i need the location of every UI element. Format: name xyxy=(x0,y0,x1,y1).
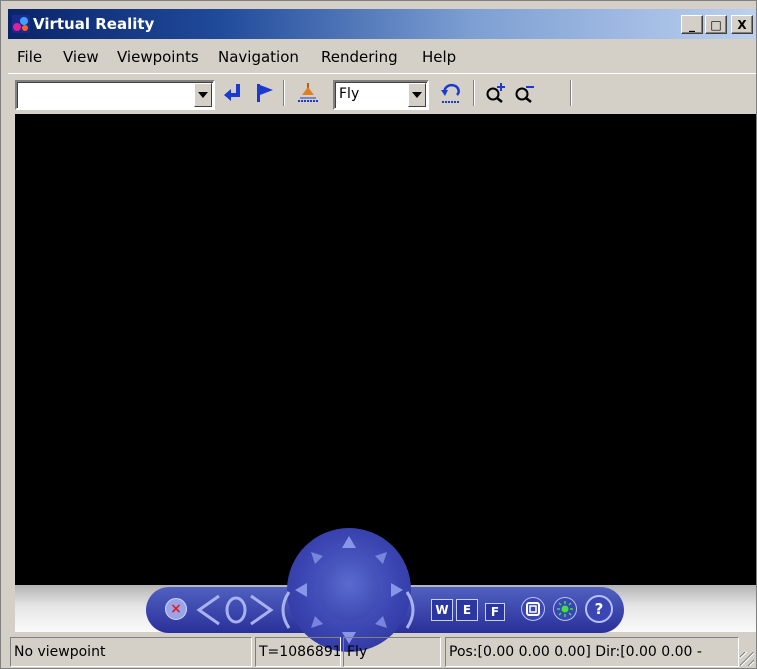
menu-help[interactable]: Help xyxy=(422,48,456,66)
wireframe-button[interactable]: W xyxy=(431,599,453,621)
close-icon: X xyxy=(737,17,747,32)
wheel-arrow-down-left xyxy=(311,616,323,628)
return-arrow-icon[interactable] xyxy=(221,81,245,105)
menu-viewpoints[interactable]: Viewpoints xyxy=(117,48,199,66)
application-window: Virtual Reality _ □ X File View Viewpoin… xyxy=(0,0,757,669)
wheel-right-bracket xyxy=(405,591,415,629)
menu-navigation[interactable]: Navigation xyxy=(218,48,299,66)
status-time: T=10868917 xyxy=(255,637,341,667)
menu-bar: File View Viewpoints Navigation Renderin… xyxy=(8,39,756,73)
chevron-down-icon[interactable] xyxy=(408,83,426,107)
chevron-down-icon[interactable] xyxy=(194,83,212,107)
status-bar: No viewpoint T=10868917 Fly Pos:[0.00 0.… xyxy=(8,633,756,669)
wheel-arrow-up xyxy=(342,536,356,548)
toolbar-separator xyxy=(570,80,572,106)
straighten-button[interactable] xyxy=(521,597,545,621)
close-icon: × xyxy=(170,601,182,617)
zoom-in-icon[interactable] xyxy=(484,81,508,105)
wheel-arrow-up-right xyxy=(375,552,387,564)
menu-view[interactable]: View xyxy=(63,48,99,66)
menu-rendering[interactable]: Rendering xyxy=(321,48,398,66)
ground-plane-icon[interactable] xyxy=(296,81,320,105)
help-icon: ? xyxy=(594,600,604,618)
scene-viewport[interactable] xyxy=(15,114,756,585)
wheel-left-bracket xyxy=(281,591,291,629)
maximize-icon: □ xyxy=(710,17,722,32)
minimize-icon: _ xyxy=(689,17,695,32)
toolbar-separator xyxy=(283,80,285,106)
wheel-arrow-right xyxy=(391,583,403,597)
status-viewpoint: No viewpoint xyxy=(10,637,252,667)
headlight-label: E xyxy=(462,603,472,617)
help-button[interactable]: ? xyxy=(585,595,613,623)
status-mode: Fly xyxy=(343,637,441,667)
flag-icon[interactable] xyxy=(253,81,277,105)
undo-move-icon[interactable] xyxy=(439,81,463,105)
minimize-button[interactable]: _ xyxy=(681,15,703,34)
navigation-mode-select[interactable]: Fly xyxy=(333,80,429,110)
window-title: Virtual Reality xyxy=(33,15,155,33)
wheel-arrow-left xyxy=(295,583,307,597)
fly-button[interactable]: F xyxy=(485,603,505,621)
close-button[interactable]: X xyxy=(731,15,753,34)
status-position: Pos:[0.00 0.00 0.00] Dir:[0.00 0.00 - xyxy=(445,637,739,667)
zoom-out-icon[interactable] xyxy=(513,81,537,105)
light-button[interactable] xyxy=(553,597,577,621)
title-bar[interactable]: Virtual Reality _ □ X xyxy=(8,9,756,39)
slide-left-icon[interactable] xyxy=(193,593,223,627)
resize-grip-icon[interactable] xyxy=(740,652,754,666)
viewpoint-select[interactable] xyxy=(15,80,215,110)
light-icon xyxy=(557,601,573,617)
fly-label: F xyxy=(490,605,500,619)
straighten-icon xyxy=(526,602,540,616)
wheel-arrow-down-right xyxy=(375,616,387,628)
toolbar-separator xyxy=(473,80,475,106)
nav-close-button[interactable]: × xyxy=(165,598,187,620)
wheel-arrow-up-left xyxy=(311,552,323,564)
app-logo-icon xyxy=(12,15,30,33)
maximize-button[interactable]: □ xyxy=(705,15,727,34)
toolbar: Fly xyxy=(8,73,756,113)
headlight-button[interactable]: E xyxy=(456,599,478,621)
slide-right-icon[interactable] xyxy=(247,593,277,627)
wireframe-label: W xyxy=(435,603,449,617)
navigation-mode-value: Fly xyxy=(339,86,360,102)
menu-file[interactable]: File xyxy=(17,48,42,66)
